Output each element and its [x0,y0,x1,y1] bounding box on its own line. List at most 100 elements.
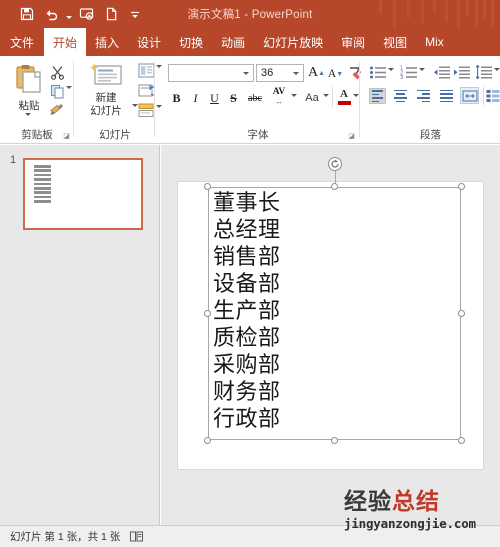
ribbon-group-slides: 新建 幻灯片 幻灯片 [75,56,162,144]
italic-button[interactable]: I [187,89,204,107]
decrease-indent-icon[interactable] [433,64,451,80]
powerpoint-window: 演示文稿1 - PowerPoint 文件 开始 插入 设计 切换 动画 幻灯片… [0,0,500,547]
format-painter-icon[interactable] [49,101,65,117]
resize-handle-nw[interactable] [204,183,211,190]
notes-icon[interactable] [130,531,144,543]
shrink-font-glyph: A [327,67,337,80]
clipboard-dialog-launcher[interactable]: ◪ [62,132,71,141]
slide-text-line: 设备部 [213,272,281,297]
cut-icon[interactable] [49,64,65,80]
bullets-icon[interactable] [369,64,387,80]
tab-file[interactable]: 文件 [0,28,44,56]
font-size-combo[interactable]: 36 [256,64,304,82]
slide-layout-icon[interactable] [137,62,155,78]
font-group-label: 字体 [247,129,269,141]
new-slide-icon[interactable] [89,62,123,88]
slide-number-label: 1 [10,154,17,166]
resize-handle-sw[interactable] [204,437,211,444]
font-group-separator [332,87,333,107]
line-spacing-dropdown-icon[interactable] [494,68,500,71]
numbering-icon[interactable]: 123 [400,64,418,80]
slide-reset-icon[interactable] [137,82,155,98]
change-case-button[interactable]: Aa [302,89,322,107]
increase-indent-icon[interactable] [453,64,471,80]
ribbon-group-font: 36 A ▲ A ▼ B I U S abc AV ↔ Aa A 字体 ◪ [156,56,362,144]
copy-dropdown-icon[interactable] [66,86,72,89]
tab-view[interactable]: 视图 [374,28,416,56]
paste-icon[interactable] [14,64,44,94]
rotate-handle[interactable] [327,157,342,171]
align-right-button[interactable] [415,88,432,104]
align-center-button[interactable] [392,88,409,104]
paste-dropdown-icon[interactable] [25,113,31,116]
line-spacing-icon[interactable] [475,64,493,80]
tab-review[interactable]: 审阅 [332,28,374,56]
slideshow-icon[interactable] [76,3,98,25]
decrease-font-size-icon[interactable]: A ▼ [327,64,344,83]
copy-icon[interactable] [49,83,65,99]
font-name-dropdown-icon[interactable] [239,71,253,75]
slide-editor-area: 董事长 总经理 销售部 设备部 生产部 质检部 采购部 财务部 行政部 [161,145,500,525]
text-shadow-button[interactable]: S [225,89,242,107]
font-size-dropdown-icon[interactable] [289,71,303,75]
underline-glyph: U [210,90,219,105]
tab-home[interactable]: 开始 [44,28,87,56]
slide-text-line: 总经理 [213,218,281,243]
bold-glyph: B [172,90,181,105]
tab-design[interactable]: 设计 [128,28,170,56]
group-divider [73,61,74,137]
shadow-glyph: S [230,90,237,105]
slide-text-line: 销售部 [213,245,281,270]
slide-section-icon[interactable] [137,102,155,118]
change-case-glyph: Aa [305,92,319,104]
align-left-button[interactable] [369,88,386,104]
slide-text-line: 质检部 [213,326,281,351]
resize-handle-se[interactable] [458,437,465,444]
slide-text-line: 董事长 [213,191,281,216]
tab-transitions[interactable]: 切换 [170,28,212,56]
title-bar: 演示文稿1 - PowerPoint [0,0,500,28]
underline-button[interactable]: U [206,89,223,107]
paste-label: 粘贴 [18,100,40,112]
character-spacing-button[interactable]: AV ↔ [268,87,290,107]
slide-thumbnail-1[interactable] [23,158,143,230]
resize-handle-n[interactable] [330,183,338,190]
group-divider [154,61,155,137]
slide-text-line: 采购部 [213,353,281,378]
font-dialog-launcher[interactable]: ◪ [347,132,356,141]
strikethrough-button[interactable]: abc [244,89,266,107]
tab-slideshow[interactable]: 幻灯片放映 [254,28,332,56]
increase-font-size-icon[interactable]: A ▲ [308,63,325,82]
change-case-dropdown-icon[interactable] [323,94,329,97]
customize-qat-icon[interactable] [124,3,146,25]
align-justify-button[interactable] [438,88,455,104]
resize-handle-w[interactable] [204,309,211,317]
tab-animations[interactable]: 动画 [212,28,254,56]
slide-text-line: 财务部 [213,380,281,405]
resize-handle-e[interactable] [458,309,465,317]
save-icon[interactable] [16,3,38,25]
undo-icon[interactable] [40,3,62,25]
new-file-icon[interactable] [100,3,122,25]
bold-button[interactable]: B [168,89,185,107]
resize-handle-s[interactable] [330,437,338,444]
tab-mix[interactable]: Mix [416,28,453,56]
character-spacing-dropdown-icon[interactable] [291,94,297,97]
convert-to-smartart-icon[interactable] [486,88,500,104]
quick-access-toolbar [16,0,146,28]
ribbon-group-paragraph: 123 段落 [361,56,500,144]
text-direction-button[interactable] [460,87,479,104]
slide-text-content[interactable]: 董事长 总经理 销售部 设备部 生产部 质检部 采购部 财务部 行政部 [213,190,453,433]
bullets-dropdown-icon[interactable] [388,68,394,71]
font-color-swatch [337,100,351,105]
font-name-combo[interactable] [168,64,254,82]
font-color-button[interactable]: A [336,86,352,107]
tab-insert[interactable]: 插入 [86,28,128,56]
font-size-value: 36 [261,67,274,79]
watermark-title: 经验总结 [344,489,500,515]
watermark-text-dark: 经验 [344,489,392,515]
numbering-dropdown-icon[interactable] [419,68,425,71]
resize-handle-ne[interactable] [458,183,465,190]
slide-text-line: 生产部 [213,299,281,324]
undo-dropdown-icon[interactable] [64,3,74,25]
